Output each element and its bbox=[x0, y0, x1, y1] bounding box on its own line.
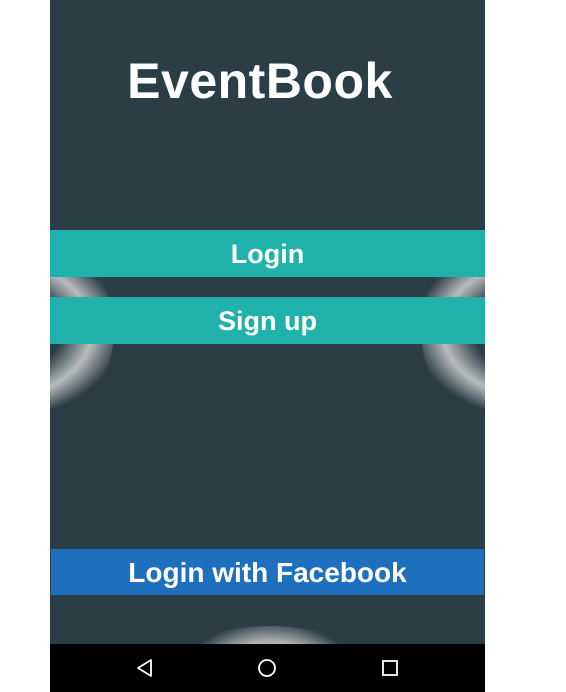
app-screen: EventBook Login Sign up Login with Faceb… bbox=[50, 0, 485, 692]
back-button[interactable] bbox=[130, 654, 160, 682]
back-triangle-icon bbox=[137, 659, 152, 677]
sign-up-button[interactable]: Sign up bbox=[50, 297, 485, 344]
app-title: EventBook bbox=[127, 53, 393, 109]
recent-apps-square-icon bbox=[382, 660, 398, 676]
system-navigation-bar bbox=[50, 644, 485, 692]
login-button[interactable]: Login bbox=[50, 230, 485, 277]
home-button[interactable] bbox=[252, 654, 282, 682]
recent-apps-button[interactable] bbox=[375, 654, 405, 682]
home-circle-icon bbox=[258, 659, 276, 677]
login-with-facebook-button[interactable]: Login with Facebook bbox=[51, 549, 484, 595]
